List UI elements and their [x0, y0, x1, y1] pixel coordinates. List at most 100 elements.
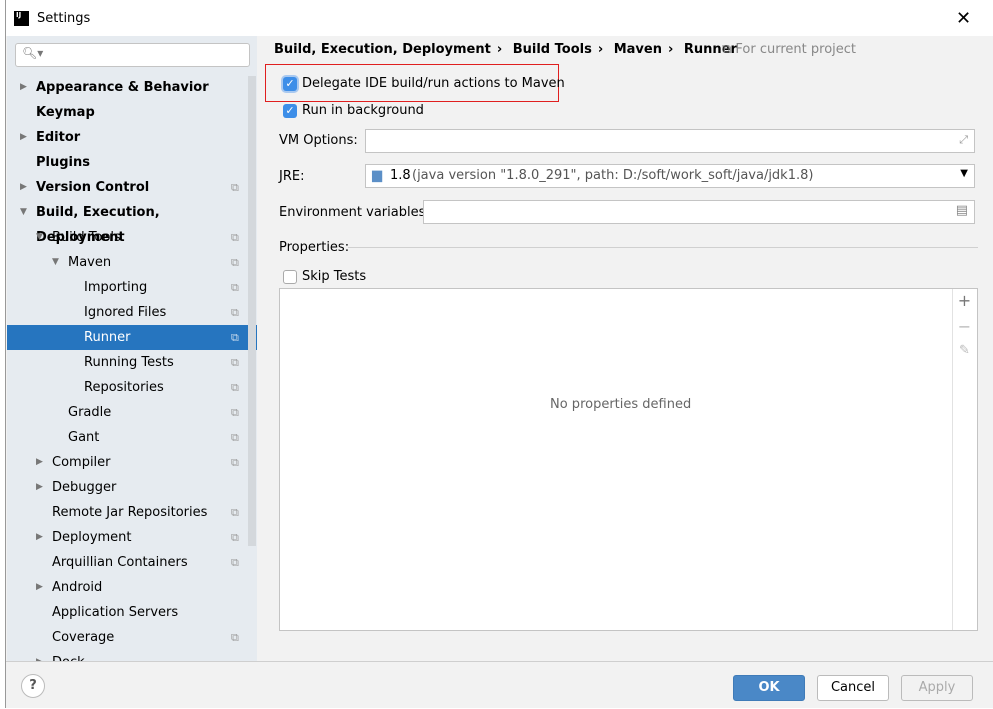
tree-item[interactable]: Application Servers	[7, 600, 248, 625]
collapsed-arrow-icon[interactable]: ▶	[36, 575, 43, 600]
tree-item[interactable]: Runner ⧉	[7, 325, 257, 350]
skip-tests-checkbox[interactable]	[283, 270, 297, 284]
tree-item-label: Deployment	[52, 530, 132, 545]
tree-item[interactable]: ▼ Build, Execution, Deployment	[7, 200, 248, 245]
tree-item-label: Build Tools	[52, 230, 121, 245]
tree-item[interactable]: Keymap	[7, 100, 248, 125]
skip-tests-label: Skip Tests	[302, 269, 367, 284]
delegate-label: Delegate IDE build/run actions to Maven	[302, 76, 565, 91]
jre-select[interactable]: ▆ 1.8 (java version "1.8.0_291", path: D…	[365, 164, 975, 188]
tree-item-label: Appearance & Behavior	[36, 80, 209, 95]
tree-item[interactable]: ▶ Editor	[7, 125, 248, 150]
properties-label: Properties:	[279, 240, 350, 255]
divider	[348, 247, 978, 248]
tree-item-label: Debugger	[52, 480, 117, 495]
run-in-background-checkbox[interactable]: ✓	[283, 104, 297, 118]
collapsed-arrow-icon[interactable]: ▶	[20, 125, 27, 150]
window-title: Settings	[37, 11, 91, 26]
collapsed-arrow-icon[interactable]: ▶	[36, 650, 43, 661]
project-scope-icon: ⧉	[231, 281, 239, 294]
edit-icon[interactable]: ✎	[952, 343, 977, 358]
vm-options-input[interactable]: ⤢	[365, 129, 975, 153]
breadcrumb: Build, Execution, Deployment › Build Tool…	[274, 42, 743, 57]
tree-item[interactable]: Arquillian Containers ⧉	[7, 550, 248, 575]
tree-item-label: Running Tests	[84, 355, 174, 370]
breadcrumb-item: Maven	[613, 42, 662, 57]
dialog-footer: ? OK Cancel Apply	[6, 661, 993, 709]
expanded-arrow-icon[interactable]: ▼	[36, 225, 43, 250]
project-scope-icon: ⧉	[231, 631, 239, 644]
search-input[interactable]: 🔍︎▾	[15, 43, 250, 67]
breadcrumb-separator: ›	[496, 42, 503, 57]
close-icon[interactable]: ✕	[956, 8, 971, 29]
tree-item-label: Dock...	[52, 650, 97, 661]
intellij-logo-icon: IJ	[14, 11, 29, 26]
ok-button[interactable]: OK	[733, 675, 805, 701]
tree-item[interactable]: ▶ Compiler ⧉	[7, 450, 248, 475]
properties-table[interactable]: No properties defined + − ✎	[279, 288, 978, 631]
collapsed-arrow-icon[interactable]: ▶	[20, 75, 27, 100]
expanded-arrow-icon[interactable]: ▼	[20, 200, 27, 225]
collapsed-arrow-icon[interactable]: ▶	[36, 475, 43, 500]
tree-item[interactable]: Plugins	[7, 150, 248, 175]
project-scope-icon: ⧉	[231, 356, 239, 369]
for-current-project-label: For current project	[735, 42, 857, 57]
tree-item[interactable]: ▶ Android	[7, 575, 248, 600]
breadcrumb-separator: ›	[597, 42, 604, 57]
project-scope-icon: ⧉	[231, 556, 239, 569]
collapsed-arrow-icon[interactable]: ▶	[20, 175, 27, 200]
collapsed-arrow-icon[interactable]: ▶	[36, 450, 43, 475]
tree-item-label: Remote Jar Repositories	[52, 505, 208, 520]
tree-item-label: Editor	[36, 130, 81, 145]
tree-item[interactable]: Importing ⧉	[7, 275, 248, 300]
tree-item-label: Runner	[84, 330, 131, 345]
tree-item-label: Arquillian Containers	[52, 555, 188, 570]
tree-item[interactable]: Gant ⧉	[7, 425, 248, 450]
tree-item[interactable]: ▼ Build Tools ⧉	[7, 225, 248, 250]
tree-item[interactable]: ▼ Maven ⧉	[7, 250, 248, 275]
project-scope-icon: ⧉	[231, 431, 239, 444]
tree-item[interactable]: Running Tests ⧉	[7, 350, 248, 375]
project-scope-icon: ⧉	[231, 306, 239, 319]
tree-item-label: Keymap	[36, 105, 95, 120]
env-input[interactable]: ▤	[423, 200, 975, 224]
cancel-button[interactable]: Cancel	[817, 675, 889, 701]
copy-icon: ⧉	[722, 42, 736, 57]
sidebar-scrollbar[interactable]	[248, 76, 256, 546]
tree-item-label: Android	[52, 580, 103, 595]
project-scope-icon: ⧉	[231, 231, 239, 244]
tree-item-label: Gradle	[68, 405, 112, 420]
tree-item[interactable]: ▶ Appearance & Behavior	[7, 75, 248, 100]
apply-button[interactable]: Apply	[901, 675, 973, 701]
tree-item[interactable]: Remote Jar Repositories ⧉	[7, 500, 248, 525]
project-scope-icon: ⧉	[231, 181, 239, 194]
project-scope-icon: ⧉	[231, 406, 239, 419]
tree-item[interactable]: Ignored Files ⧉	[7, 300, 248, 325]
tree-item-label: Importing	[84, 280, 148, 295]
env-label: Environment variables:	[279, 205, 430, 220]
tree-item[interactable]: Coverage ⧉	[7, 625, 248, 650]
delegate-checkbox[interactable]: ✓	[283, 77, 297, 91]
add-icon[interactable]: +	[952, 291, 977, 310]
project-scope-icon: ⧉	[231, 456, 239, 469]
title-bar: IJ Settings ✕	[6, 0, 993, 36]
jre-label: JRE:	[279, 169, 305, 184]
remove-icon[interactable]: −	[952, 317, 977, 336]
tree-item[interactable]: Repositories ⧉	[7, 375, 248, 400]
tree-item-label: Application Servers	[52, 605, 179, 620]
tree-item[interactable]: ▶ Version Control ⧉	[7, 175, 248, 200]
tree-item-label: Repositories	[84, 380, 164, 395]
tree-item[interactable]: ▶ Debugger	[7, 475, 248, 500]
document-icon[interactable]: ▤	[956, 203, 968, 218]
empty-text: No properties defined	[550, 397, 692, 412]
expand-icon[interactable]: ⤢	[959, 133, 968, 147]
tree-item[interactable]: ▶ Dock...	[7, 650, 248, 661]
expanded-arrow-icon[interactable]: ▼	[52, 250, 59, 275]
chevron-down-icon: ▼	[960, 168, 968, 179]
collapsed-arrow-icon[interactable]: ▶	[36, 525, 43, 550]
help-button[interactable]: ?	[21, 674, 45, 698]
tree-item[interactable]: ▶ Deployment ⧉	[7, 525, 248, 550]
project-scope-icon: ⧉	[231, 381, 239, 394]
tree-item[interactable]: Gradle ⧉	[7, 400, 248, 425]
breadcrumb-item: Build, Execution, Deployment	[274, 42, 491, 57]
